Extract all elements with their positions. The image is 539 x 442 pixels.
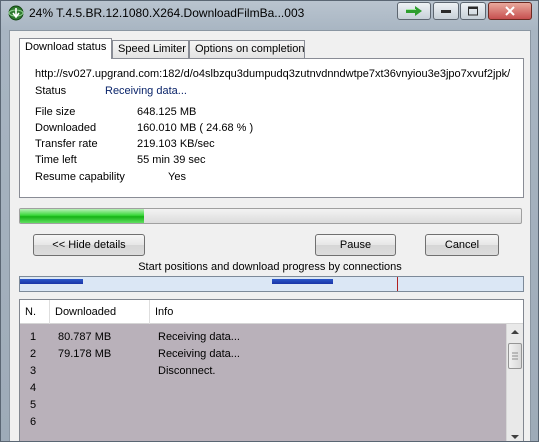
downloaded-value: 160.010 MB ( 24.68 % ): [137, 122, 254, 134]
column-header-downloaded[interactable]: Downloaded: [49, 300, 149, 324]
row-downloaded: 80.787 MB: [58, 331, 112, 343]
row-number: 4: [30, 382, 37, 394]
table-row[interactable]: 3 Disconnect.: [20, 363, 506, 380]
idm-arrow-button[interactable]: [397, 2, 431, 20]
minimize-button[interactable]: [433, 2, 459, 20]
hide-details-button[interactable]: << Hide details: [33, 234, 145, 256]
green-arrow-icon: [406, 6, 422, 16]
table-row[interactable]: 2 79.178 MB Receiving data...: [20, 346, 506, 363]
minimize-icon: [441, 10, 451, 13]
connections-progress-bar: [19, 276, 524, 292]
connection-start-marker: [397, 277, 398, 291]
row-number: 1: [30, 331, 37, 343]
status-label: Status: [35, 85, 67, 97]
row-info: Receiving data...: [158, 348, 240, 360]
connections-list: N. Downloaded Info 1 80.787 MB Receiving d…: [19, 299, 524, 441]
column-header-n[interactable]: N.: [20, 300, 49, 324]
transfer-rate-value: 219.103 KB/sec: [137, 138, 215, 150]
row-number: 5: [30, 399, 37, 411]
tab-speed-limiter[interactable]: Speed Limiter: [112, 40, 189, 58]
list-header: N. Downloaded Info: [20, 300, 523, 324]
idm-download-icon: [8, 5, 24, 21]
row-number: 3: [30, 365, 37, 377]
list-scrollbar[interactable]: [506, 324, 523, 441]
pause-button[interactable]: Pause: [315, 234, 396, 256]
close-icon: [505, 6, 515, 16]
status-value: Receiving data...: [105, 85, 187, 97]
file-size-label: File size: [35, 106, 76, 118]
resume-capability-label: Resume capability: [35, 171, 125, 183]
row-number: 6: [30, 416, 37, 428]
chevron-down-icon: [511, 435, 519, 439]
table-row[interactable]: 4: [20, 380, 506, 397]
connection-segment: [272, 279, 333, 284]
time-left-label: Time left: [35, 154, 77, 166]
maximize-icon: [468, 6, 478, 16]
table-row[interactable]: 1 80.787 MB Receiving data...: [20, 329, 506, 346]
tab-download-status[interactable]: Download status: [19, 38, 112, 59]
connections-caption: Start positions and download progress by…: [138, 261, 402, 273]
scroll-down-button[interactable]: [507, 428, 523, 441]
download-progress-bar: [19, 208, 522, 224]
chevron-up-icon: [511, 330, 519, 334]
resume-capability-value: Yes: [168, 171, 186, 183]
title-bar[interactable]: 24% T.4.5.BR.12.1080.X264.DownloadFilmBa…: [1, 1, 538, 25]
column-header-info[interactable]: Info: [149, 300, 506, 324]
file-size-value: 648.125 MB: [137, 106, 197, 118]
scroll-up-button[interactable]: [507, 324, 523, 341]
window-title: 24% T.4.5.BR.12.1080.X264.DownloadFilmBa…: [29, 6, 305, 20]
download-progress-fill: [20, 209, 144, 223]
maximize-button[interactable]: [460, 2, 486, 20]
row-number: 2: [30, 348, 37, 360]
table-row[interactable]: 6: [20, 414, 506, 431]
download-url: http://sv027.upgrand.com:182/d/o4slbzqu3…: [35, 68, 511, 80]
downloaded-label: Downloaded: [35, 122, 97, 134]
dialog-client-area: Download status Speed Limiter Options on…: [9, 30, 531, 441]
cancel-button[interactable]: Cancel: [425, 234, 499, 256]
tab-options-on-completion[interactable]: Options on completion: [189, 40, 305, 58]
row-downloaded: 79.178 MB: [58, 348, 112, 360]
row-info: Disconnect.: [158, 365, 216, 377]
row-info: Receiving data...: [158, 331, 240, 343]
transfer-rate-label: Transfer rate: [35, 138, 98, 150]
grip-icon: [512, 352, 518, 360]
download-window: 24% T.4.5.BR.12.1080.X264.DownloadFilmBa…: [0, 0, 539, 442]
connection-segment: [20, 279, 83, 284]
time-left-value: 55 min 39 sec: [137, 154, 206, 166]
download-status-panel: http://sv027.upgrand.com:182/d/o4slbzqu3…: [19, 58, 524, 198]
table-row[interactable]: 5: [20, 397, 506, 414]
scroll-thumb[interactable]: [508, 343, 522, 369]
close-button[interactable]: [488, 2, 532, 20]
